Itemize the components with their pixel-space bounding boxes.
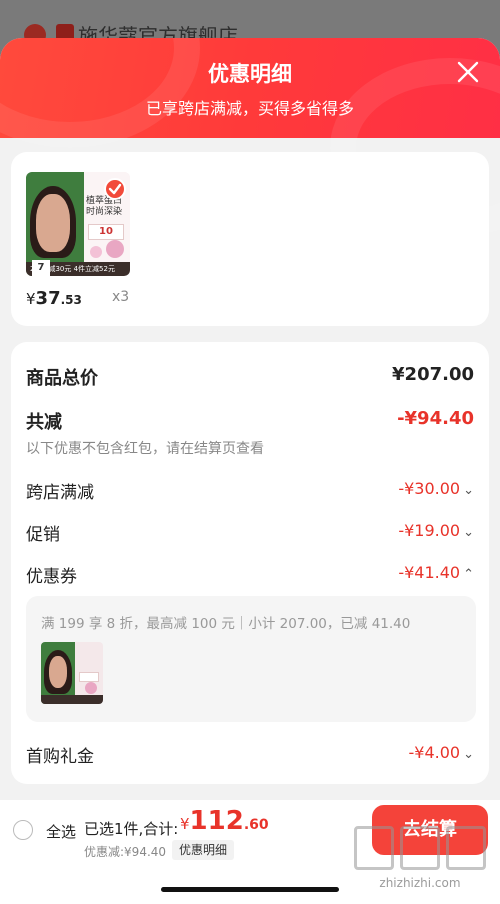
cross-store-discount-value: -¥30.00	[398, 479, 461, 498]
sheet-title: 优惠明细	[208, 62, 292, 86]
goods-total-value: ¥207.00	[392, 364, 474, 385]
select-all-radio[interactable]	[13, 820, 33, 840]
coupon-value: -¥41.40	[398, 563, 461, 582]
cross-store-discount-row[interactable]: -¥30.00 ⌄	[398, 479, 474, 498]
discount-detail-sheet: 优惠明细 已享跨店满减，买得多省得多 植萃蛋白 时尚深染 10 2件立减30元 …	[0, 38, 500, 904]
product-image-number: 7	[32, 260, 50, 276]
sheet-subtitle: 已享跨店满减，买得多省得多	[145, 99, 354, 118]
chevron-down-icon: ⌄	[463, 747, 474, 762]
discount-note: 以下优惠不包含红包，请在结算页查看	[26, 441, 264, 457]
coupon-detail-box: 满 199 享 8 折，最高减 100 元｜小计 207.00，已减 41.40	[26, 596, 476, 722]
discount-detail-button[interactable]: 优惠明细	[172, 840, 235, 860]
promotion-label: 促销	[26, 525, 60, 545]
close-button[interactable]	[452, 56, 484, 88]
watermark-logo-icon	[354, 826, 394, 870]
watermark-logo-icon	[400, 826, 440, 870]
saved-amount: 优惠减:¥94.40	[84, 845, 167, 859]
site-watermark: zhizhizhi.com	[350, 820, 490, 900]
product-quantity: x3	[112, 289, 130, 305]
coupon-detail-text: 满 199 享 8 折，最高减 100 元｜小计 207.00，已减 41.40	[41, 616, 411, 632]
watermark-text: zhizhizhi.com	[379, 876, 461, 890]
chevron-up-icon: ⌃	[463, 567, 474, 582]
first-purchase-gift-value: -¥4.00	[408, 743, 461, 762]
discount-summary-card: 商品总价 ¥207.00 共减 -¥94.40 以下优惠不包含红包，请在结算页查…	[11, 342, 489, 784]
coupon-row[interactable]: -¥41.40 ⌃	[398, 563, 474, 582]
home-indicator[interactable]	[161, 887, 339, 892]
cross-store-discount-label: 跨店满减	[26, 483, 94, 503]
selected-count-text: 已选1件,合计:	[84, 820, 179, 838]
goods-total-label: 商品总价	[26, 368, 98, 389]
selected-check-icon	[104, 178, 126, 200]
chevron-down-icon: ⌄	[463, 483, 474, 498]
close-icon	[457, 61, 479, 83]
select-all-label[interactable]: 全选	[46, 821, 76, 842]
sheet-header: 优惠明细 已享跨店满减，买得多省得多	[0, 38, 500, 238]
product-card: 植萃蛋白 时尚深染 10 2件立减30元 4件立减52元 7 ¥37.53 x3	[11, 152, 489, 326]
chevron-down-icon: ⌄	[463, 525, 474, 540]
watermark-logo-icon	[446, 826, 486, 870]
promotion-row[interactable]: -¥19.00 ⌄	[398, 521, 474, 540]
product-image-caption: 植萃蛋白 时尚深染	[86, 196, 123, 217]
coupon-label: 优惠券	[26, 567, 77, 587]
promotion-value: -¥19.00	[398, 521, 461, 540]
total-discount-label: 共减	[26, 412, 62, 433]
first-purchase-gift-label: 首购礼金	[26, 747, 94, 767]
first-purchase-gift-row[interactable]: -¥4.00 ⌄	[409, 743, 474, 762]
header-decoration	[0, 38, 200, 148]
product-price: ¥37.53	[26, 288, 82, 309]
total-discount-value: -¥94.40	[397, 408, 474, 429]
coupon-product-image	[41, 642, 103, 704]
product-image[interactable]: 植萃蛋白 时尚深染 10 2件立减30元 4件立减52元 7	[26, 172, 130, 276]
product-image-price: 10	[88, 224, 124, 240]
total-price: ¥112.60	[180, 806, 269, 836]
